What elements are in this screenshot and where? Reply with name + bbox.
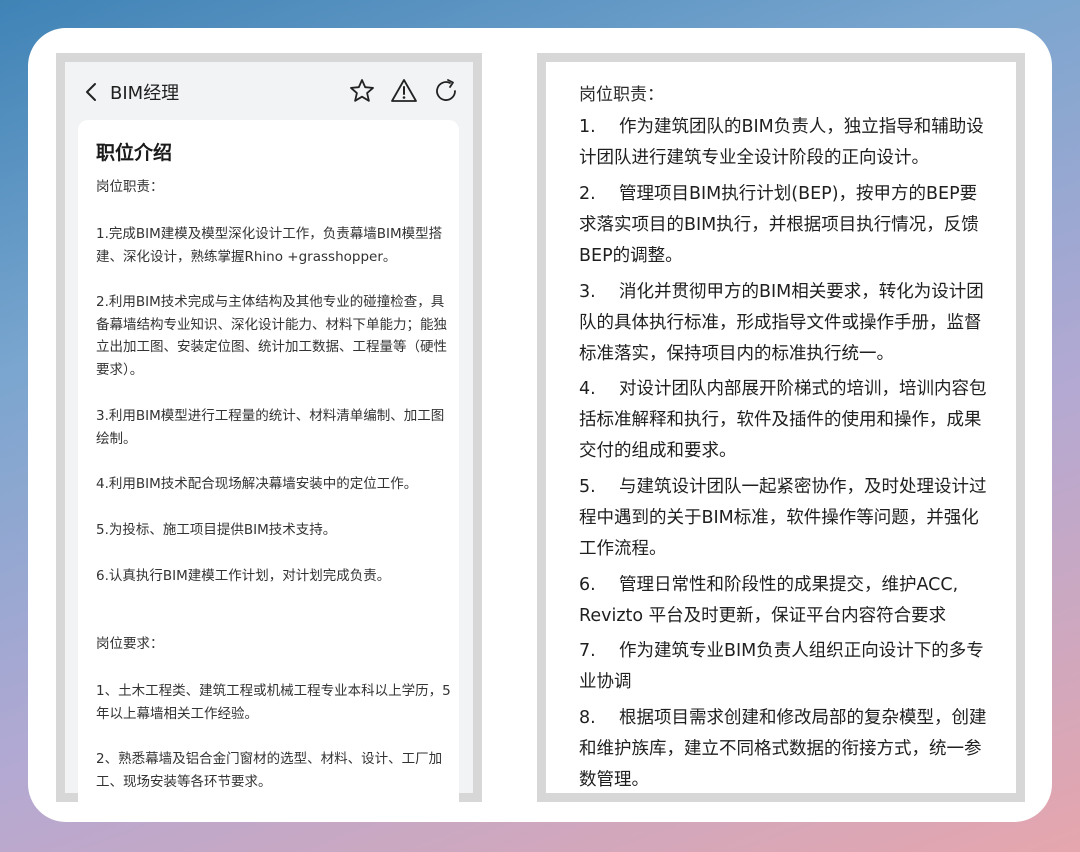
- item-text: 管理日常性和阶段性的成果提交，维护ACC, Revizto 平台及时更新，保证平…: [579, 575, 959, 626]
- item-number: 3.: [579, 282, 596, 302]
- item-number: 8.: [579, 708, 596, 728]
- item-text: 作为建筑专业BIM负责人组织正向设计下的多专业协调: [579, 641, 984, 692]
- duties-label: 岗位职责：: [96, 179, 164, 195]
- item-number: 6.: [579, 575, 596, 595]
- duties-document: 岗位职责： 1. 作为建筑团队的BIM负责人，独立指导和辅助设计团队进行建筑专业全…: [537, 53, 1025, 802]
- item-number: 1.: [579, 117, 596, 137]
- item-number: 5.: [579, 477, 596, 497]
- document-item: 8. 根据项目需求创建和修改局部的复杂模型，创建和维护族库，建立不同格式数据的衔接…: [579, 703, 987, 796]
- item-text: 对设计团队内部展开阶梯式的培训，培训内容包括标准解释和执行，软件及插件的使用和操…: [579, 379, 987, 461]
- back-chevron-icon[interactable]: [81, 81, 103, 103]
- duty-item: 6.认真执行BIM建模工作计划，对计划完成负责。: [96, 568, 391, 584]
- share-icon[interactable]: [431, 76, 461, 106]
- duty-item: 5.为投标、施工项目提供BIM技术支持。: [96, 522, 337, 538]
- document-heading: 岗位职责：: [579, 85, 664, 105]
- duty-item: 2.利用BIM技术完成与主体结构及其他专业的碰撞检查，具备幕墙结构专业知识、深化…: [96, 294, 447, 378]
- job-description-card: 职位介绍 岗位职责： 1.完成BIM建模及模型深化设计工作，负责幕墙BIM模型搭…: [78, 120, 459, 811]
- document-item: 5. 与建筑设计团队一起紧密协作，及时处理设计过程中遇到的关于BIM标准，软件操作…: [579, 472, 987, 565]
- requirement-item: 2、熟悉幕墙及铝合金门窗材的选型、材料、设计、工厂加工、现场安装等各环节要求。: [96, 751, 443, 790]
- page-title: BIM经理: [110, 83, 180, 104]
- item-number: 2.: [579, 184, 596, 204]
- item-text: 根据项目需求创建和修改局部的复杂模型，创建和维护族库，建立不同格式数据的衔接方式…: [579, 708, 987, 790]
- document-item: 3. 消化并贯彻甲方的BIM相关要求，转化为设计团队的具体执行标准，形成指导文件或…: [579, 277, 987, 370]
- document-item: 1. 作为建筑团队的BIM负责人，独立指导和辅助设计团队进行建筑专业全设计阶段的正…: [579, 112, 987, 174]
- duty-item: 4.利用BIM技术配合现场解决幕墙安装中的定位工作。: [96, 476, 418, 492]
- requirements-label: 岗位要求：: [96, 636, 164, 652]
- section-title: 职位介绍: [96, 142, 173, 164]
- duty-item: 1.完成BIM建模及模型深化设计工作，负责幕墙BIM模型搭建、深化设计，熟练掌握…: [96, 226, 443, 265]
- item-text: 作为建筑团队的BIM负责人，独立指导和辅助设计团队进行建筑专业全设计阶段的正向设…: [579, 117, 984, 168]
- duty-item: 3.利用BIM模型进行工程量的统计、材料清单编制、加工图绘制。: [96, 408, 445, 447]
- job-detail-screen: BIM经理 职位介绍 岗位职责： 1.完成BIM建模及模型深化设计工作，负责幕墙…: [56, 53, 482, 811]
- item-number: 7.: [579, 641, 596, 661]
- warning-icon[interactable]: [389, 76, 419, 106]
- item-text: 与建筑设计团队一起紧密协作，及时处理设计过程中遇到的关于BIM标准，软件操作等问…: [579, 477, 987, 559]
- document-item: 6. 管理日常性和阶段性的成果提交，维护ACC, Revizto 平台及时更新，保…: [579, 570, 987, 632]
- document-item: 2. 管理项目BIM执行计划(BEP)，按甲方的BEP要求落实项目的BIM执行，并…: [579, 179, 987, 272]
- document-item: 7. 作为建筑专业BIM负责人组织正向设计下的多专业协调: [579, 636, 987, 698]
- item-text: 管理项目BIM执行计划(BEP)，按甲方的BEP要求落实项目的BIM执行，并根据…: [579, 184, 979, 266]
- star-icon[interactable]: [347, 76, 377, 106]
- requirement-item: 1、土木工程类、建筑工程或机械工程专业本科以上学历，5年以上幕墙相关工作经验。: [96, 683, 451, 722]
- top-navbar: BIM经理: [65, 62, 473, 120]
- item-number: 4.: [579, 379, 596, 399]
- item-text: 消化并贯彻甲方的BIM相关要求，转化为设计团队的具体执行标准，形成指导文件或操作…: [579, 282, 984, 364]
- document-item: 4. 对设计团队内部展开阶梯式的培训，培训内容包括标准解释和执行，软件及插件的使用…: [579, 374, 987, 467]
